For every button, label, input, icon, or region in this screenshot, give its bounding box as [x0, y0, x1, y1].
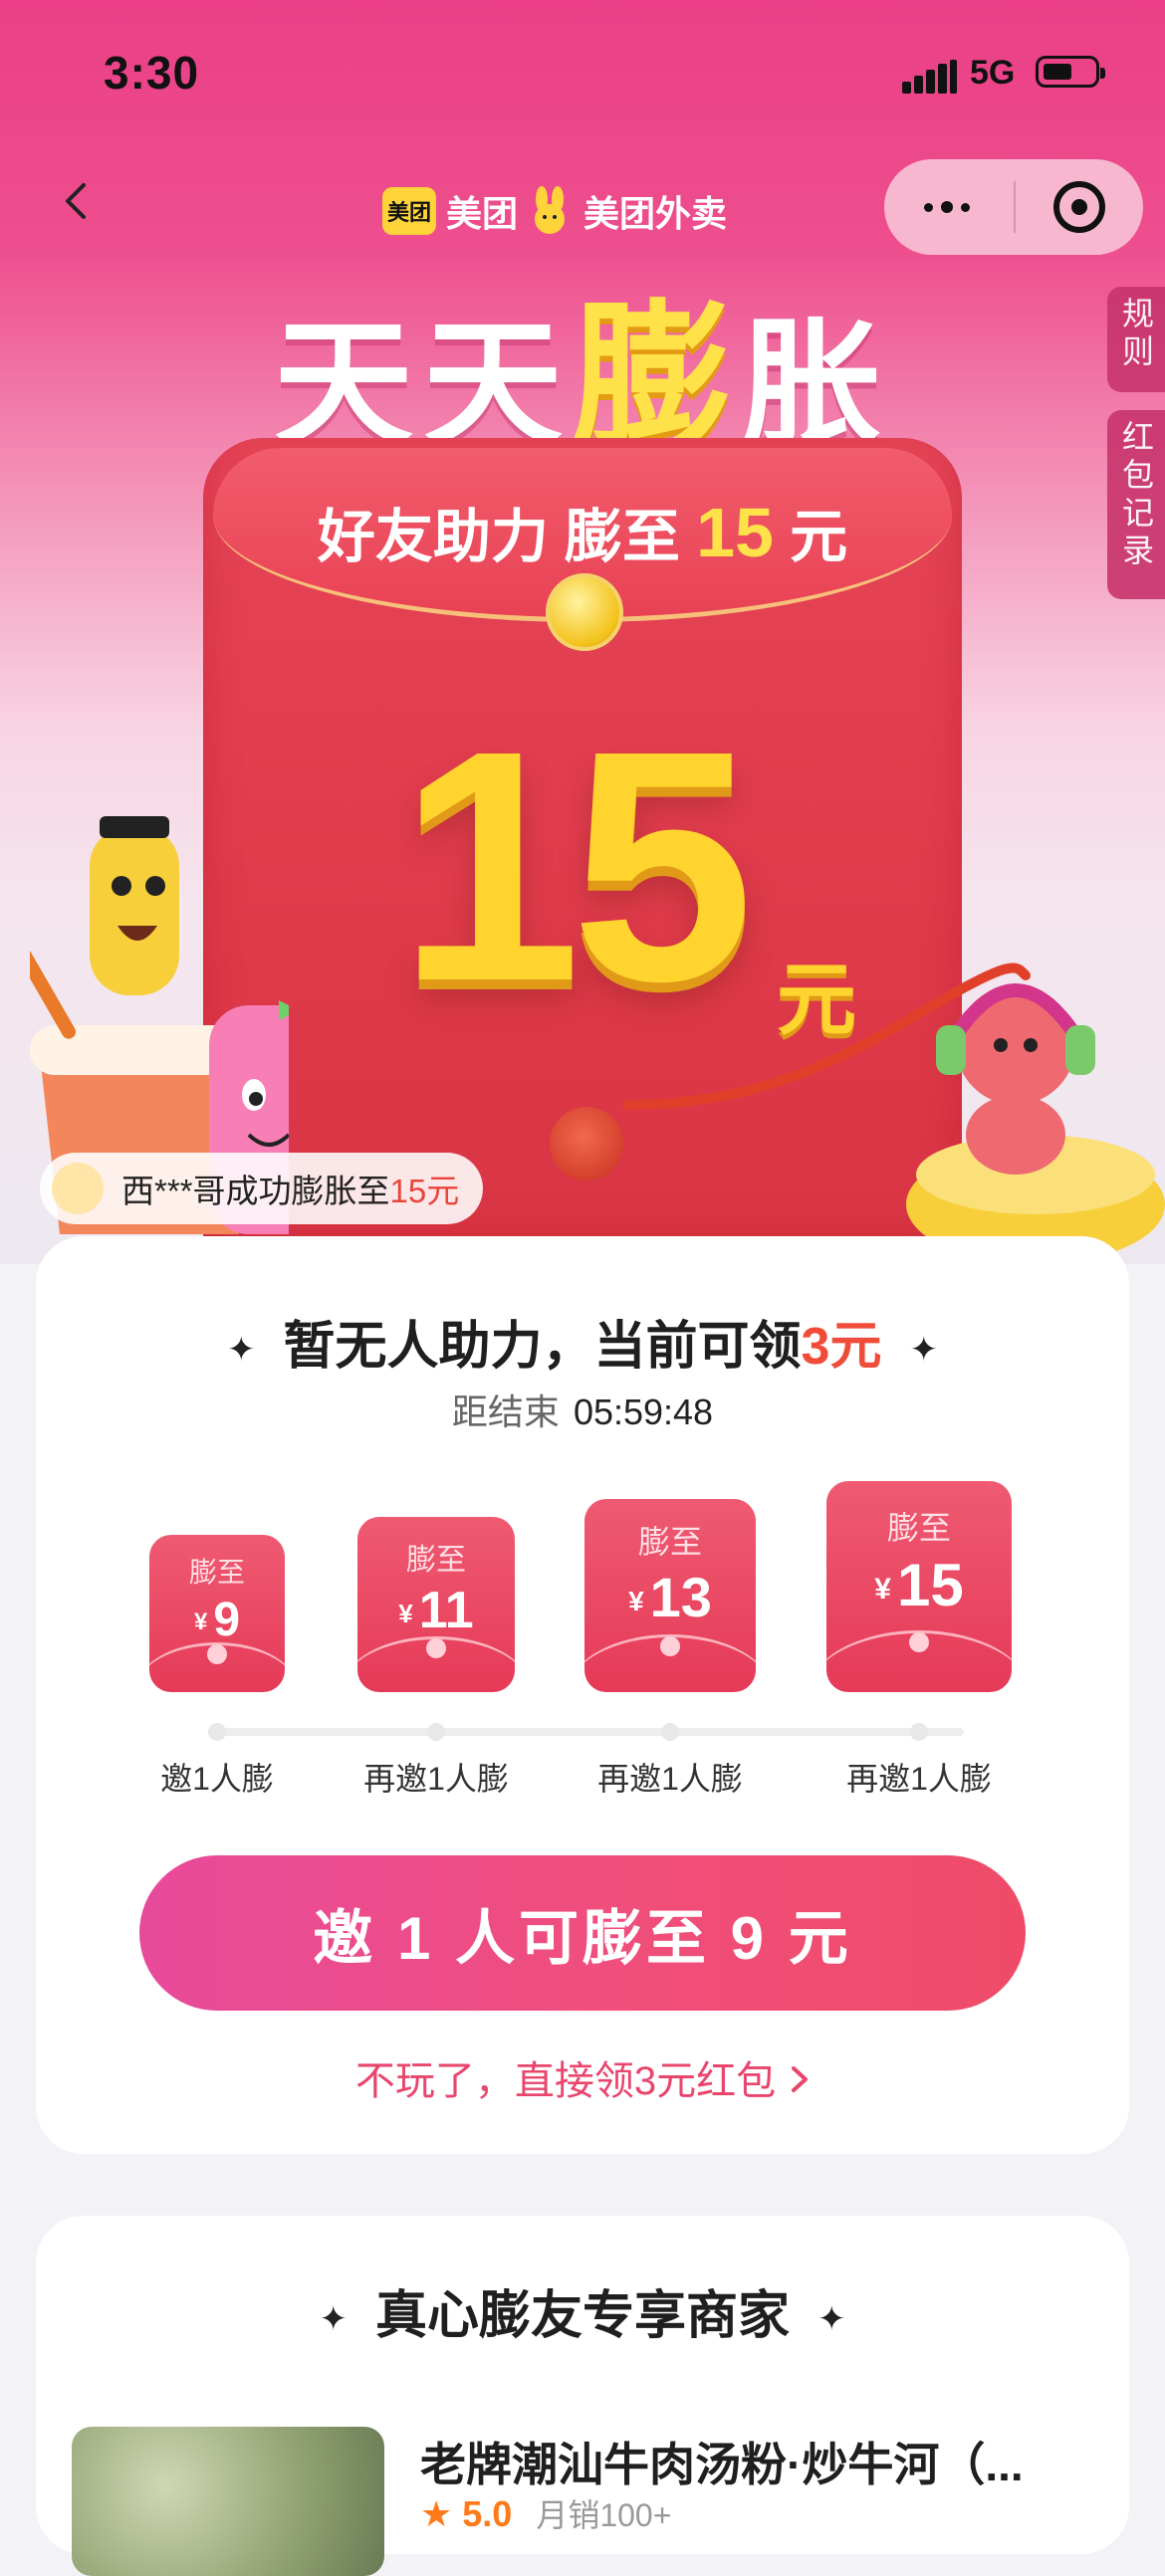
shop-sales: 月销100+ [536, 2497, 672, 2533]
step-packet-1: 膨至 ¥9 [149, 1535, 285, 1692]
countdown-label: 距结束 [451, 1392, 560, 1432]
avatar [52, 1163, 104, 1214]
countdown-value: 05:59:48 [573, 1392, 714, 1432]
more-icon[interactable] [924, 191, 998, 223]
shop-name[interactable]: 老牌潮汕牛肉汤粉·炒牛河（... [420, 2429, 1117, 2494]
envelope-button-icon [550, 1107, 623, 1181]
step-caption-2: 再邀1人膨 [363, 1761, 509, 1797]
meituan-logo: 美团 [382, 187, 436, 235]
envelope-caption: 好友助力 膨至 15 元 [317, 494, 848, 571]
shop-rating: ★ 5.0 [420, 2493, 513, 2534]
sparkle-icon: ✦ [817, 2300, 846, 2339]
step-packet-3: 膨至 ¥13 [584, 1499, 756, 1692]
claim-directly-link[interactable]: 不玩了，直接领3元红包 [36, 2048, 1129, 2106]
envelope-amount: 15 [696, 494, 774, 571]
countdown: 距结束 05:59:48 [36, 1384, 1129, 1435]
sparkle-icon: ✦ [319, 2300, 348, 2339]
shop-meta: ★ 5.0 月销100+ [420, 2490, 671, 2536]
star-icon: ★ [420, 2493, 463, 2534]
progress-track [215, 1728, 964, 1736]
mascot-characters-right-icon [906, 983, 1165, 1264]
invite-button[interactable]: 邀 1 人可膨至 9 元 [139, 1855, 1026, 2011]
brand-header: 美团 美团 美团外卖 [382, 183, 727, 239]
success-ticker: 西***哥成功膨胀至 15元 [40, 1153, 484, 1224]
close-miniprogram-icon[interactable] [1053, 181, 1105, 233]
brand-waimai: 美团外卖 [583, 193, 728, 234]
envelope-seal-icon [546, 573, 623, 651]
step-caption-1: 邀1人膨 [160, 1761, 274, 1797]
step-caption-3: 再邀1人膨 [597, 1761, 743, 1797]
back-arrow-icon[interactable] [58, 181, 98, 221]
sparkle-icon: ✦ [909, 1331, 938, 1370]
merchant-section-title: ✦ 真心膨友专享商家 ✦ [319, 2287, 846, 2345]
battery-icon [1036, 56, 1105, 88]
step-packet-4: 膨至 ¥15 [826, 1481, 1012, 1692]
assist-card: ✦ 暂无人助力，当前可领3元 ✦ 距结束 05:59:48 膨至 ¥9 膨至 ¥11 … [36, 1236, 1129, 2154]
hero-banner: 3:30 5G 美团 美团 美团外卖 天天膨胀 规则 红包记录 好友助力 膨至 … [0, 0, 1165, 1264]
status-bar: 3:30 5G [0, 0, 1165, 139]
miniprogram-capsule [884, 159, 1143, 255]
merchant-card: ✦ 真心膨友专享商家 ✦ 老牌潮汕牛肉汤粉·炒牛河（... ★ 5.0 月销100+ [36, 2216, 1129, 2576]
status-time: 3:30 [104, 47, 200, 99]
ticker-amount: 15元 [389, 1173, 460, 1209]
progress-dot [661, 1723, 679, 1741]
waimai-rabbit-logo [535, 186, 566, 234]
rules-tab-label: 规则 [1118, 297, 1154, 372]
current-amount: 3元 [801, 1318, 882, 1376]
progress-dot [427, 1723, 445, 1741]
chevron-right-icon [790, 2059, 810, 2104]
ticker-text: 西***哥成功膨胀至 [121, 1173, 390, 1209]
rules-tab[interactable]: 规则 [1107, 287, 1165, 392]
brand-meituan: 美团 [446, 193, 519, 234]
progress-dot [910, 1723, 928, 1741]
step-caption-4: 再邀1人膨 [846, 1761, 992, 1797]
shop-thumbnail[interactable] [72, 2427, 384, 2576]
assist-title: ✦ 暂无人助力，当前可领3元 ✦ [227, 1318, 938, 1376]
sparkle-icon: ✦ [227, 1331, 256, 1370]
network-type: 5G [970, 54, 1016, 92]
step-packet-2: 膨至 ¥11 [357, 1517, 515, 1692]
signal-icon [902, 60, 958, 94]
progress-dot [208, 1723, 226, 1741]
